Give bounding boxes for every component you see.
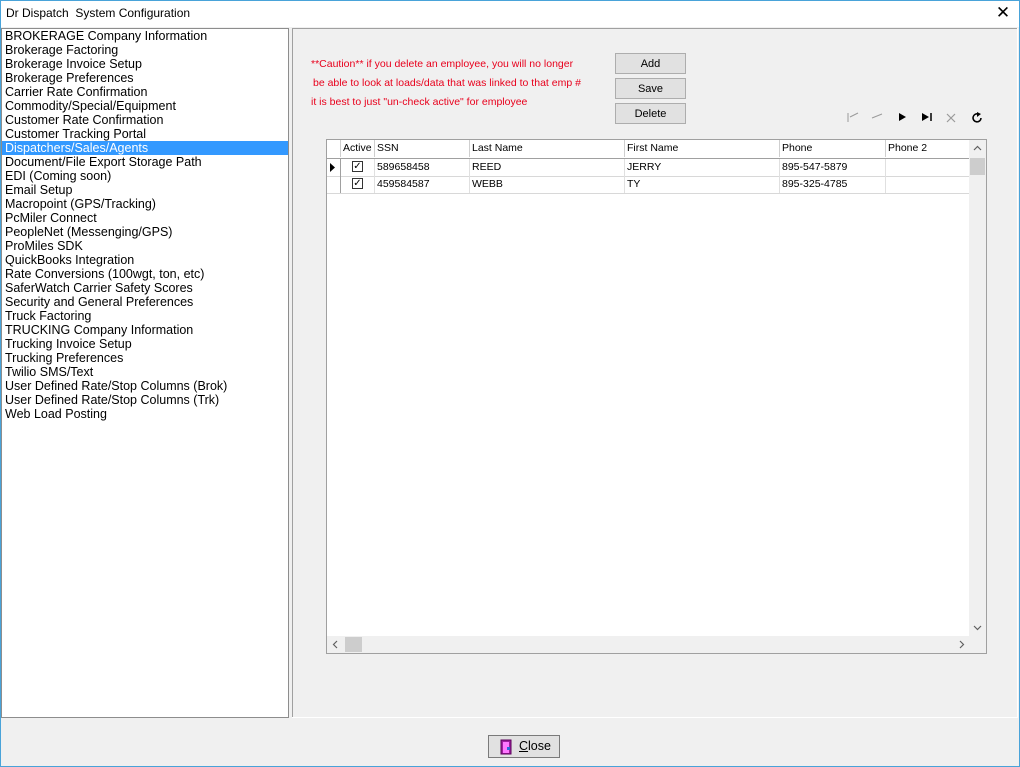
sidebar-item[interactable]: Dispatchers/Sales/Agents [2,141,288,155]
active-checkbox-cell[interactable]: ✓ [341,176,375,193]
ssn-cell[interactable]: 589658458 [375,159,470,176]
scroll-corner [969,636,986,653]
caution-text-line2: be able to look at loads/data that was l… [313,77,581,89]
vertical-scroll-thumb[interactable] [970,158,985,175]
row-indicator [327,176,341,193]
phone2-cell[interactable] [886,159,970,176]
close-button[interactable]: Close [488,735,560,758]
sidebar-item[interactable]: Commodity/Special/Equipment [2,99,288,113]
caution-text-line1: **Caution** if you delete an employee, y… [311,58,574,70]
employee-grid[interactable]: Active SSN Last Name First Name Phone Ph… [326,139,987,654]
sidebar-list[interactable]: BROKERAGE Company Information Brokerage F… [1,28,289,718]
sidebar-item[interactable]: Truck Factoring [2,309,288,323]
col-lastname-header[interactable]: Last Name [470,140,625,157]
sidebar-item[interactable]: Brokerage Preferences [2,71,288,85]
scroll-left-icon[interactable] [327,636,344,653]
sidebar-item[interactable]: ProMiles SDK [2,239,288,253]
col-phone2-header[interactable]: Phone 2 [886,140,970,157]
first-record-icon[interactable] [844,111,862,129]
phone2-cell[interactable] [886,176,970,193]
last-record-icon[interactable] [918,111,936,129]
window-close-icon[interactable]: ✕ [993,3,1013,23]
horizontal-scrollbar[interactable] [327,636,970,653]
col-firstname-header[interactable]: First Name [625,140,780,157]
current-row-indicator-icon [327,159,341,176]
next-record-icon[interactable] [893,111,911,129]
sidebar-item[interactable]: User Defined Rate/Stop Columns (Trk) [2,393,288,407]
firstname-cell[interactable]: JERRY [625,159,780,176]
sidebar-item[interactable]: TRUCKING Company Information [2,323,288,337]
sidebar-item[interactable]: Twilio SMS/Text [2,365,288,379]
window-title: Dr Dispatch System Configuration [6,6,191,20]
col-phone-header[interactable]: Phone [780,140,886,157]
sidebar-item[interactable]: User Defined Rate/Stop Columns (Brok) [2,379,288,393]
sidebar-item[interactable]: Customer Tracking Portal [2,127,288,141]
col-ssn-header[interactable]: SSN [375,140,470,157]
phone-cell[interactable]: 895-547-5879 [780,159,886,176]
sidebar-item[interactable]: PcMiler Connect [2,211,288,225]
title-bar: Dr Dispatch System Configuration ✕ [1,1,1019,27]
caution-text-line3: it is best to just "un-check active" for… [311,96,528,108]
table-row[interactable]: ✓ 589658458 REED JERRY 895-547-5879 [327,159,970,177]
lastname-cell[interactable]: REED [470,159,625,176]
sidebar-item[interactable]: Brokerage Factoring [2,43,288,57]
row-indicator-header [327,140,341,157]
active-checkbox[interactable]: ✓ [352,178,363,189]
sidebar-item[interactable]: QuickBooks Integration [2,253,288,267]
sidebar-item[interactable]: Security and General Preferences [2,295,288,309]
cancel-edit-icon[interactable] [942,111,960,129]
lastname-cell[interactable]: WEBB [470,176,625,193]
vertical-scrollbar[interactable] [969,140,986,636]
refresh-icon[interactable] [968,111,986,129]
sidebar-item[interactable]: Carrier Rate Confirmation [2,85,288,99]
delete-button[interactable]: Delete [615,103,686,124]
scroll-up-icon[interactable] [969,140,986,157]
sidebar-item[interactable]: Trucking Preferences [2,351,288,365]
ssn-cell[interactable]: 459584587 [375,176,470,193]
previous-record-icon[interactable] [868,111,886,129]
sidebar-item[interactable]: SaferWatch Carrier Safety Scores [2,281,288,295]
sidebar-item[interactable]: Rate Conversions (100wgt, ton, etc) [2,267,288,281]
save-button[interactable]: Save [615,78,686,99]
phone-cell[interactable]: 895-325-4785 [780,176,886,193]
sidebar-item[interactable]: Email Setup [2,183,288,197]
sidebar-item[interactable]: EDI (Coming soon) [2,169,288,183]
scroll-right-icon[interactable] [953,636,970,653]
grid-header: Active SSN Last Name First Name Phone Ph… [327,140,970,159]
sidebar-item[interactable]: Customer Rate Confirmation [2,113,288,127]
horizontal-scroll-thumb[interactable] [345,637,362,652]
firstname-cell[interactable]: TY [625,176,780,193]
sidebar-item[interactable]: Brokerage Invoice Setup [2,57,288,71]
door-exit-icon [499,739,515,762]
col-active-header[interactable]: Active [341,140,375,157]
add-button[interactable]: Add [615,53,686,74]
active-checkbox[interactable]: ✓ [352,161,363,172]
close-button-label: Close [519,739,551,753]
sidebar-item[interactable]: Document/File Export Storage Path [2,155,288,169]
active-checkbox-cell[interactable]: ✓ [341,159,375,176]
sidebar-item[interactable]: BROKERAGE Company Information [2,29,288,43]
table-row[interactable]: ✓ 459584587 WEBB TY 895-325-4785 [327,176,970,194]
sidebar-item[interactable]: Trucking Invoice Setup [2,337,288,351]
sidebar-item[interactable]: Macropoint (GPS/Tracking) [2,197,288,211]
sidebar-item[interactable]: PeopleNet (Messenging/GPS) [2,225,288,239]
config-window: Dr Dispatch System Configuration ✕ BROKE… [0,0,1020,767]
sidebar-item[interactable]: Web Load Posting [2,407,288,421]
scroll-down-icon[interactable] [969,619,986,636]
